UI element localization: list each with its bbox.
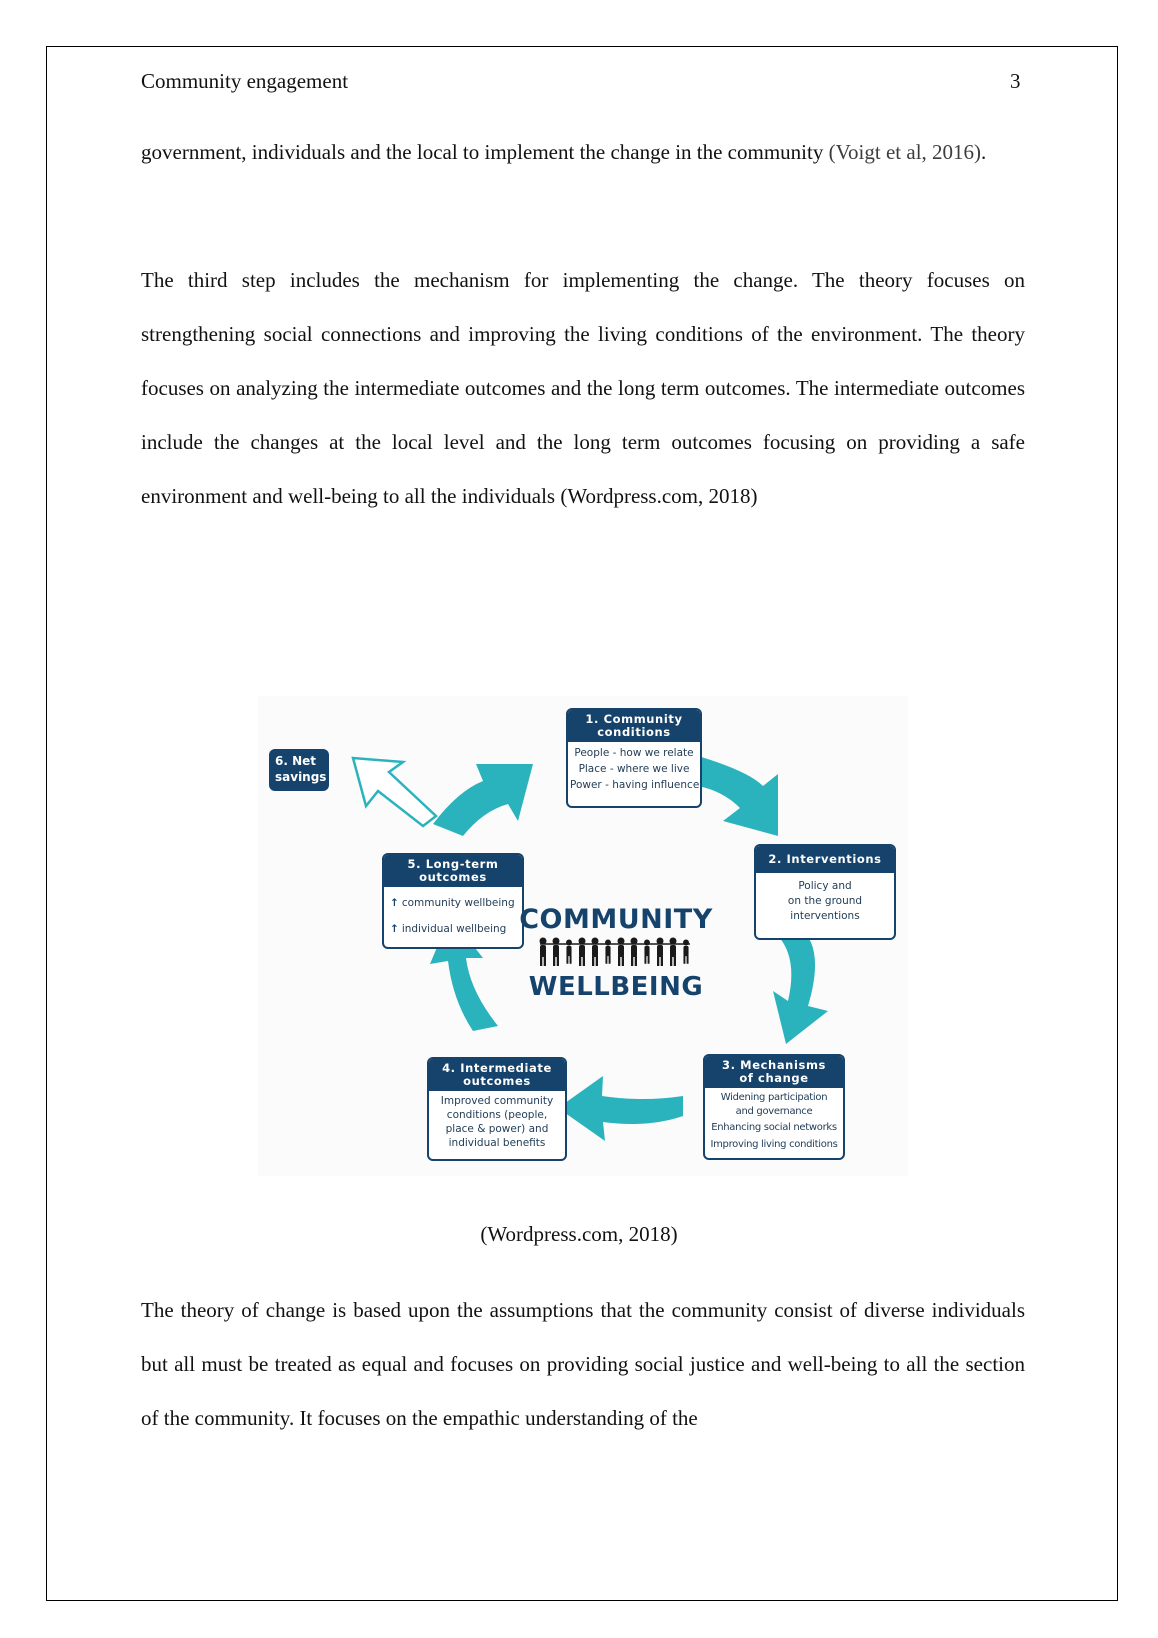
- box-mechanisms-of-change: 3. Mechanisms of change Widening partici…: [703, 1054, 845, 1160]
- box-long-term-outcomes-header: 5. Long-term outcomes: [384, 855, 522, 887]
- box-long-term-outcomes: 5. Long-term outcomes ↑ community wellbei…: [382, 853, 524, 949]
- center-title-wellbeing: WELLBEING: [528, 972, 704, 1002]
- person-silhouette: [591, 937, 599, 966]
- box-mechanisms-body: Widening participation and governance En…: [705, 1088, 843, 1154]
- paragraph-2: The third step includes the mechanism fo…: [141, 268, 1025, 508]
- arrow-2-to-3: [773, 926, 828, 1044]
- center-title-community: COMMUNITY: [519, 904, 713, 935]
- paragraph-1: government, individuals and the local to…: [141, 125, 1025, 179]
- person-silhouette: [605, 939, 611, 964]
- person-silhouette: [630, 937, 638, 966]
- paragraph-3: The theory of change is based upon the a…: [141, 1298, 1025, 1430]
- citation-voigt: (Voigt et al, 2016): [828, 140, 982, 164]
- box-3-row: Widening participation: [720, 1092, 828, 1103]
- box-interventions: 2. Interventions Policy and on the groun…: [754, 844, 896, 940]
- box-mechanisms-header: 3. Mechanisms of change: [705, 1056, 843, 1088]
- box-3-row: Enhancing social networks: [711, 1122, 837, 1133]
- paragraph-1-text: government, individuals and the local to…: [141, 140, 829, 164]
- person-silhouette: [669, 937, 677, 966]
- person-silhouette: [683, 939, 689, 964]
- arrow-5-to-1: [433, 764, 533, 836]
- box-5-title-line2: outcomes: [419, 870, 487, 884]
- box-1-row: Place - where we live: [578, 763, 690, 775]
- person-silhouette: [578, 937, 586, 966]
- people-silhouettes-icon: [539, 937, 690, 966]
- up-arrow-icon: ↑: [390, 897, 399, 909]
- box-5-row: ↑ community wellbeing: [390, 890, 520, 916]
- person-silhouette: [552, 937, 560, 966]
- net-savings-line2: savings: [275, 770, 327, 784]
- box-3-row: and governance: [735, 1105, 813, 1117]
- box-intermediate-body: Improved community conditions (people, p…: [429, 1091, 565, 1153]
- box-4-title-line2: outcomes: [463, 1074, 531, 1088]
- box-1-row: Power - having influence: [570, 779, 700, 791]
- box-intermediate-outcomes: 4. Intermediate outcomes Improved commun…: [427, 1057, 567, 1161]
- box-community-conditions-header: 1. Community conditions: [568, 710, 700, 742]
- figure-caption: (Wordpress.com, 2018): [480, 1222, 678, 1246]
- up-arrow-icon: ↑: [390, 923, 399, 935]
- person-silhouette: [656, 937, 664, 966]
- box-interventions-body: Policy and on the ground interventions: [756, 873, 894, 927]
- net-savings-line1: 6. Net: [275, 754, 317, 768]
- box-2-row: interventions: [790, 910, 860, 922]
- box-4-row: conditions (people,: [446, 1109, 548, 1121]
- box-4-row: place & power) and: [445, 1123, 549, 1135]
- box-1-title-line2: conditions: [597, 725, 671, 739]
- box-5-row-text: individual wellbeing: [401, 923, 507, 935]
- box-2-row: on the ground: [787, 895, 863, 907]
- box-1-row: People - how we relate: [574, 747, 694, 759]
- box-interventions-header: 2. Interventions: [756, 846, 894, 873]
- box-community-conditions: 1. Community conditions People - how we …: [566, 708, 702, 808]
- arrow-3-to-4: [558, 1076, 683, 1141]
- arrow-5-to-6: [351, 756, 438, 828]
- box-5-row: ↑ individual wellbeing: [390, 916, 520, 942]
- arrow-1-to-2: [698, 756, 778, 836]
- page-number: 3: [1010, 69, 1021, 93]
- box-5-row-text: community wellbeing: [401, 897, 515, 909]
- paragraph-1-trail: .: [981, 140, 987, 164]
- box-net-savings: 6. Net savings: [269, 749, 329, 791]
- person-silhouette: [566, 939, 572, 964]
- person-silhouette: [644, 939, 650, 964]
- box-3-title-line2: of change: [739, 1071, 809, 1085]
- box-4-row: Improved community: [440, 1095, 554, 1107]
- person-silhouette: [617, 937, 625, 966]
- box-2-row: Policy and: [798, 880, 852, 892]
- box-3-row: Improving living conditions: [710, 1138, 838, 1150]
- running-header-title: Community engagement: [141, 69, 349, 93]
- box-community-conditions-body: People - how we relate Place - where we …: [568, 742, 700, 796]
- box-4-row: individual benefits: [448, 1137, 546, 1149]
- community-wellbeing-figure: 6. Net savings 1. Community conditions P…: [258, 696, 908, 1176]
- box-intermediate-header: 4. Intermediate outcomes: [429, 1059, 565, 1091]
- box-long-term-outcomes-body: ↑ community wellbeing ↑ individual wellbei…: [384, 887, 522, 945]
